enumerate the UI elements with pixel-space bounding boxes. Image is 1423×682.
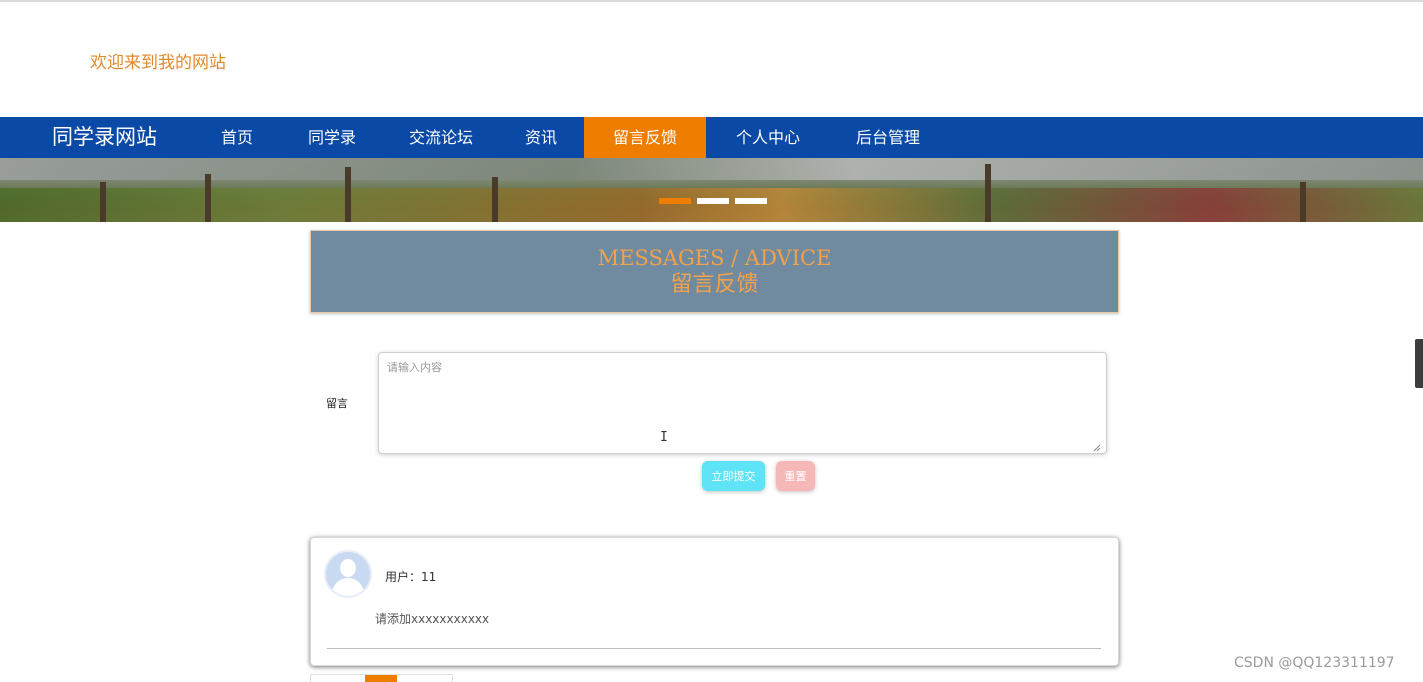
banner-image-top [0, 158, 1423, 180]
carousel-indicator-active[interactable] [659, 198, 691, 204]
watermark: CSDN @QQ123311197 [1234, 655, 1395, 671]
banner-carousel[interactable] [0, 158, 1423, 222]
banner-image-ground [0, 188, 1423, 222]
banner-tree [345, 167, 351, 222]
main-nav: 同学录网站 首页 同学录 交流论坛 资讯 留言反馈 个人中心 后台管理 [0, 117, 1423, 158]
nav-item-home[interactable]: 首页 [204, 117, 270, 158]
banner-tree [205, 174, 211, 222]
resize-handle-icon[interactable] [1093, 444, 1101, 452]
message-input[interactable] [378, 352, 1107, 454]
top-border [0, 0, 1423, 2]
divider [327, 648, 1101, 649]
banner-tree [492, 177, 498, 222]
text-cursor-icon: I [660, 430, 668, 445]
site-brand[interactable]: 同学录网站 [52, 117, 157, 158]
nav-item-personal-center[interactable]: 个人中心 [720, 117, 816, 158]
avatar-body-icon [332, 578, 364, 596]
nav-item-news[interactable]: 资讯 [506, 117, 576, 158]
avatar [326, 552, 370, 596]
reset-button[interactable]: 重置 [776, 461, 815, 491]
section-title-en: MESSAGES / ADVICE [597, 246, 832, 270]
message-card: 用户：11 请添加xxxxxxxxxxx [310, 537, 1119, 666]
banner-tree [985, 164, 991, 222]
nav-item-admin[interactable]: 后台管理 [840, 117, 936, 158]
section-title-cn: 留言反馈 [670, 272, 759, 297]
carousel-indicator[interactable] [735, 198, 767, 204]
nav-item-forum[interactable]: 交流论坛 [393, 117, 489, 158]
message-label: 留言 [326, 397, 348, 410]
banner-tree [100, 182, 106, 222]
submit-button[interactable]: 立即提交 [702, 461, 765, 491]
message-content: 请添加xxxxxxxxxxx [375, 612, 490, 626]
message-user: 用户：11 [385, 570, 437, 584]
banner-tree [1300, 182, 1306, 222]
side-scroll-handle[interactable] [1415, 339, 1423, 388]
nav-item-classmates[interactable]: 同学录 [290, 117, 374, 158]
nav-item-feedback[interactable]: 留言反馈 [584, 117, 706, 158]
avatar-head-icon [340, 559, 356, 577]
section-title-box: MESSAGES / ADVICE 留言反馈 [310, 230, 1119, 313]
carousel-indicator[interactable] [697, 198, 729, 204]
welcome-text: 欢迎来到我的网站 [90, 53, 226, 73]
